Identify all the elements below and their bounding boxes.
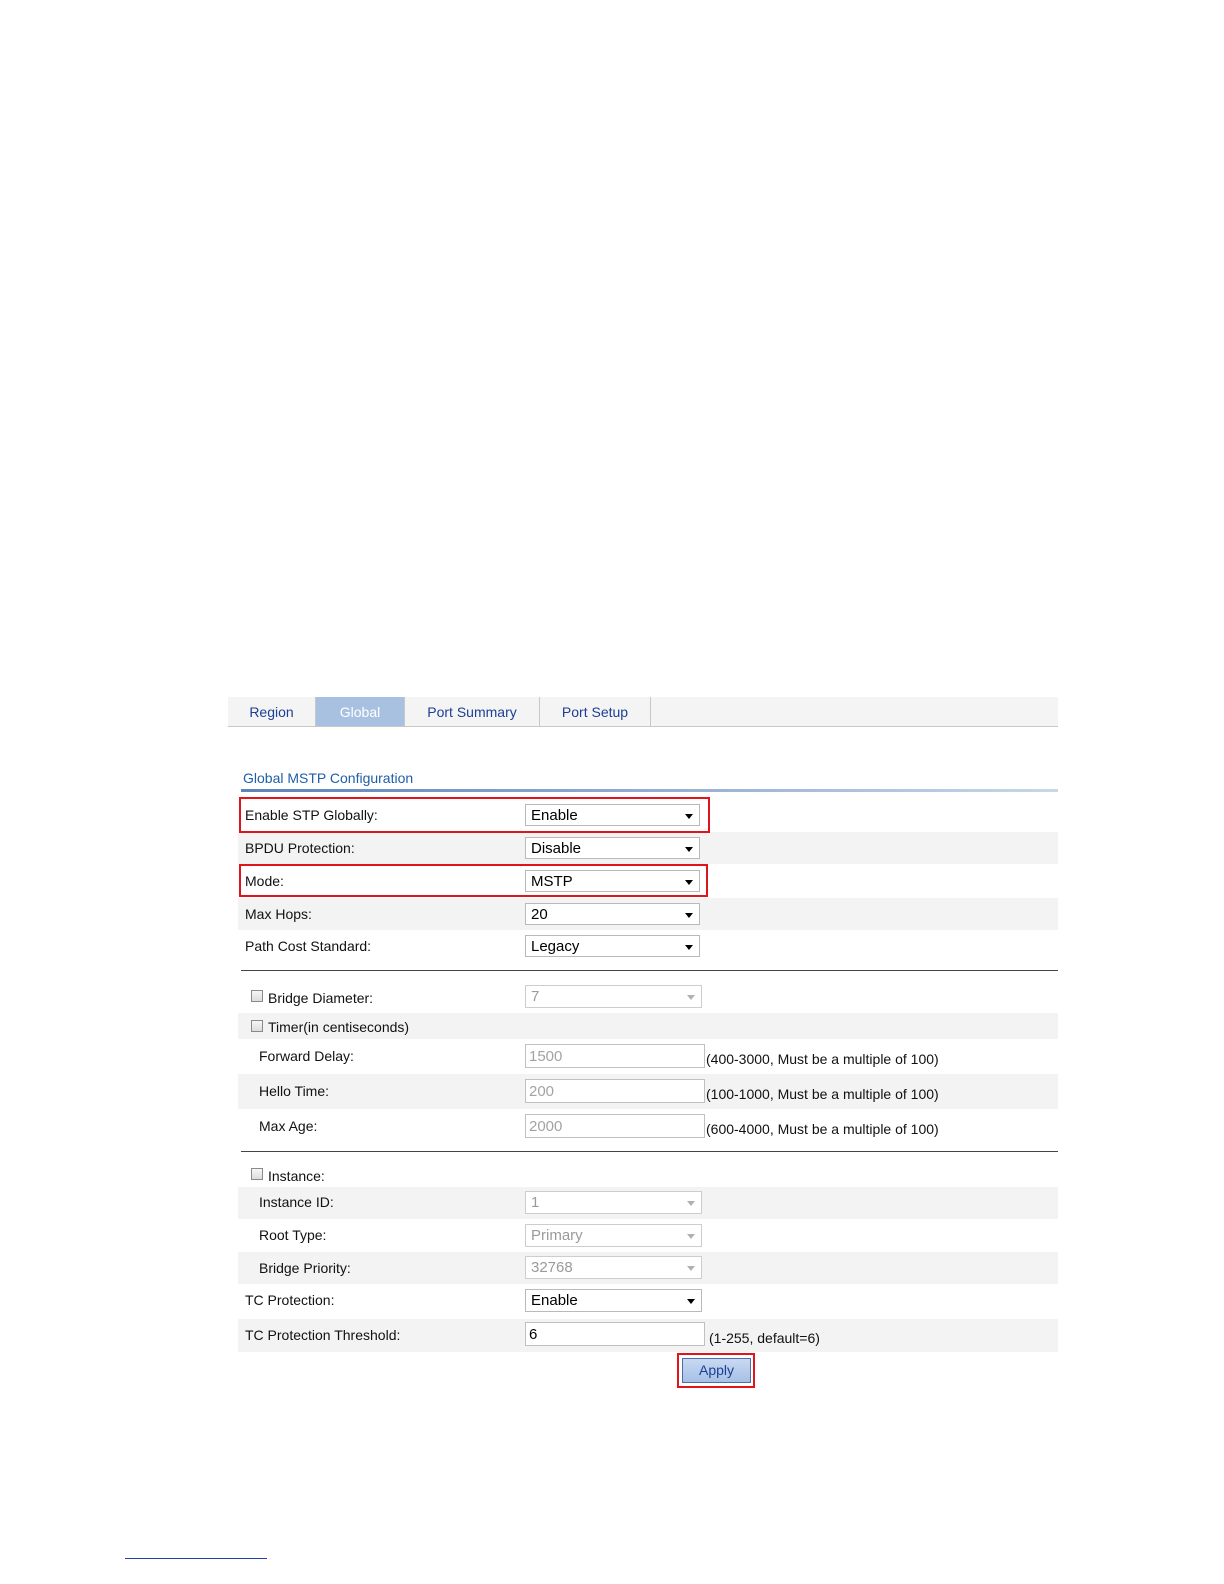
hello-time-input[interactable] bbox=[525, 1079, 705, 1103]
forward-delay-input[interactable] bbox=[525, 1044, 705, 1068]
path-cost-label: Path Cost Standard: bbox=[245, 938, 372, 954]
root-type-label: Root Type: bbox=[259, 1227, 327, 1243]
bridge-priority-select[interactable]: 32768 bbox=[525, 1256, 702, 1279]
bpdu-protection-select[interactable]: Disable bbox=[525, 837, 700, 859]
row-bpdu-protection: BPDU Protection: Disable bbox=[238, 832, 1058, 864]
timer-label: Timer(in centiseconds) bbox=[268, 1019, 410, 1035]
row-instance: Instance: bbox=[238, 1160, 1058, 1186]
instance-checkbox[interactable] bbox=[251, 1168, 263, 1180]
bridge-diameter-checkbox[interactable] bbox=[251, 990, 263, 1002]
bridge-priority-value: 32768 bbox=[531, 1259, 573, 1276]
path-cost-select[interactable]: Legacy bbox=[525, 935, 700, 957]
bpdu-protection-label: BPDU Protection: bbox=[245, 840, 355, 856]
chevron-down-icon bbox=[687, 1299, 695, 1304]
root-type-select[interactable]: Primary bbox=[525, 1224, 702, 1247]
tc-threshold-input[interactable] bbox=[525, 1322, 705, 1346]
tab-bar: Region Global Port Summary Port Setup bbox=[228, 697, 1058, 727]
row-bridge-priority: Bridge Priority: 32768 bbox=[238, 1252, 1058, 1284]
chevron-down-icon bbox=[687, 1266, 695, 1271]
tab-port-summary[interactable]: Port Summary bbox=[405, 697, 540, 726]
row-root-type: Root Type: Primary bbox=[238, 1220, 1058, 1251]
divider bbox=[241, 1151, 1058, 1152]
highlight-apply bbox=[677, 1353, 755, 1388]
row-bridge-diameter: Bridge Diameter: 7 bbox=[238, 981, 1058, 1012]
chevron-down-icon bbox=[685, 847, 693, 852]
tc-protection-label: TC Protection: bbox=[245, 1292, 335, 1308]
max-age-input[interactable] bbox=[525, 1114, 705, 1138]
path-cost-value: Legacy bbox=[531, 938, 580, 955]
forward-delay-label: Forward Delay: bbox=[259, 1048, 354, 1064]
row-timer: Timer(in centiseconds) bbox=[238, 1013, 1058, 1039]
row-max-age: Max Age: (600-4000, Must be a multiple o… bbox=[238, 1110, 1058, 1143]
bridge-diameter-select[interactable]: 7 bbox=[525, 985, 702, 1008]
tab-port-setup[interactable]: Port Setup bbox=[540, 697, 651, 726]
chevron-down-icon bbox=[685, 913, 693, 918]
max-hops-value: 20 bbox=[531, 906, 548, 923]
instance-label: Instance: bbox=[268, 1168, 325, 1184]
chevron-down-icon bbox=[685, 945, 693, 950]
highlight-mode bbox=[239, 864, 708, 897]
tc-threshold-label: TC Protection Threshold: bbox=[245, 1327, 401, 1343]
row-hello-time: Hello Time: (100-1000, Must be a multipl… bbox=[238, 1074, 1058, 1109]
chevron-down-icon bbox=[687, 1234, 695, 1239]
root-type-value: Primary bbox=[531, 1227, 583, 1244]
instance-id-label: Instance ID: bbox=[259, 1194, 334, 1210]
row-tc-threshold: TC Protection Threshold: (1-255, default… bbox=[238, 1319, 1058, 1352]
section-title-rule bbox=[241, 789, 1058, 792]
row-forward-delay: Forward Delay: (400-3000, Must be a mult… bbox=[238, 1040, 1058, 1073]
tc-protection-select[interactable]: Enable bbox=[525, 1289, 702, 1312]
max-age-label: Max Age: bbox=[259, 1118, 318, 1134]
max-hops-label: Max Hops: bbox=[245, 906, 312, 922]
tab-region[interactable]: Region bbox=[228, 697, 316, 726]
highlight-enable-stp bbox=[239, 797, 710, 833]
chevron-down-icon bbox=[687, 995, 695, 1000]
instance-id-select[interactable]: 1 bbox=[525, 1191, 702, 1214]
bridge-diameter-value: 7 bbox=[531, 988, 540, 1005]
row-max-hops: Max Hops: 20 bbox=[238, 898, 1058, 930]
max-age-hint: (600-4000, Must be a multiple of 100) bbox=[706, 1121, 939, 1137]
forward-delay-hint: (400-3000, Must be a multiple of 100) bbox=[706, 1051, 939, 1067]
bridge-diameter-label: Bridge Diameter: bbox=[268, 990, 374, 1006]
divider bbox=[241, 970, 1058, 971]
chevron-down-icon bbox=[687, 1201, 695, 1206]
hello-time-hint: (100-1000, Must be a multiple of 100) bbox=[706, 1086, 939, 1102]
footnote-rule bbox=[125, 1558, 267, 1559]
tab-global[interactable]: Global bbox=[316, 697, 405, 726]
timer-checkbox[interactable] bbox=[251, 1020, 263, 1032]
section-title: Global MSTP Configuration bbox=[243, 770, 414, 786]
row-path-cost: Path Cost Standard: Legacy bbox=[238, 931, 1058, 963]
max-hops-select[interactable]: 20 bbox=[525, 903, 700, 925]
bpdu-protection-value: Disable bbox=[531, 840, 582, 857]
tc-threshold-hint: (1-255, default=6) bbox=[709, 1330, 820, 1346]
row-tc-protection: TC Protection: Enable bbox=[238, 1285, 1058, 1318]
instance-id-value: 1 bbox=[531, 1194, 540, 1211]
tc-protection-value: Enable bbox=[531, 1292, 578, 1309]
hello-time-label: Hello Time: bbox=[259, 1083, 330, 1099]
row-instance-id: Instance ID: 1 bbox=[238, 1187, 1058, 1219]
bridge-priority-label: Bridge Priority: bbox=[259, 1260, 351, 1276]
